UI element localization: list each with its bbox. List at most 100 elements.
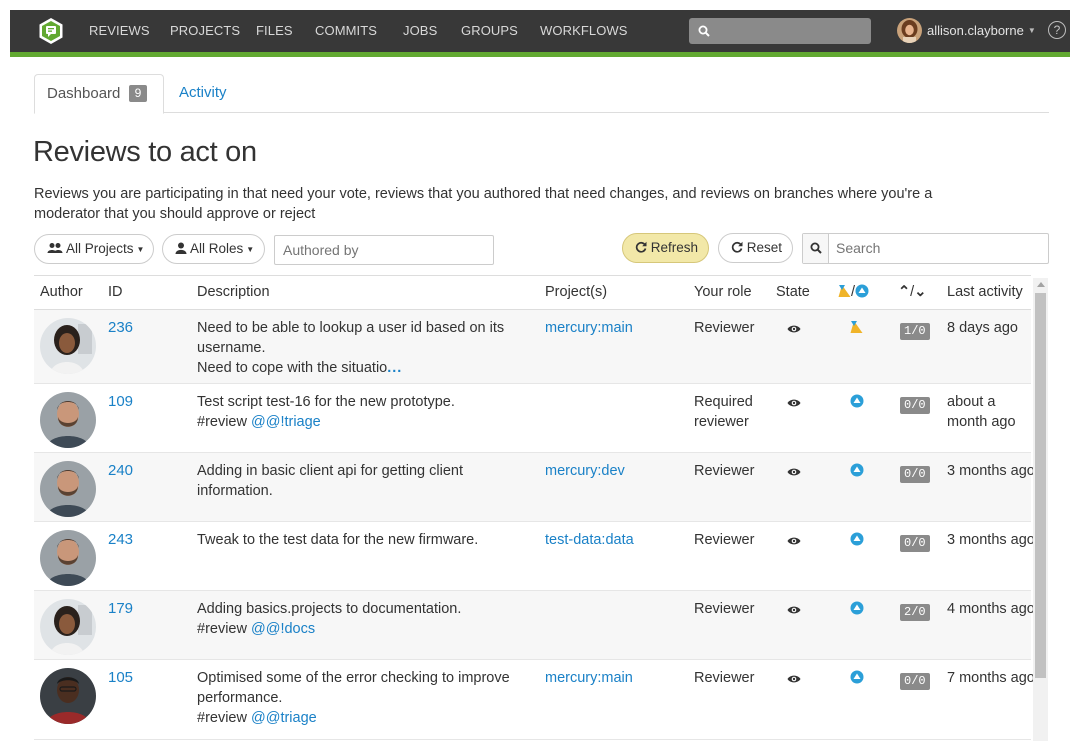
vote-count-badge: 0/0 — [900, 535, 930, 552]
vote-count: 0/0 — [900, 670, 930, 690]
col-author[interactable]: Author — [40, 276, 83, 309]
all-roles-label: All Roles — [190, 241, 244, 256]
project-link[interactable]: mercury:main — [545, 668, 633, 688]
tab-activity[interactable]: Activity — [179, 74, 227, 113]
search-input[interactable] — [829, 234, 1048, 263]
review-id[interactable]: 236 — [108, 318, 133, 338]
table-row[interactable]: 243 Tweak to the test data for the new f… — [34, 522, 1035, 591]
nav-jobs[interactable]: JOBS — [403, 10, 461, 52]
table-row[interactable]: 109 Test script test-16 for the new prot… — [34, 384, 1031, 453]
table-header: Author ID Description Project(s) Your ro… — [34, 275, 1031, 310]
needs-review-icon — [838, 285, 851, 297]
col-projects[interactable]: Project(s) — [545, 276, 607, 309]
up-vote-icon — [855, 284, 869, 298]
eye-icon — [787, 670, 801, 690]
description-line: Test script test-16 for the new prototyp… — [197, 394, 455, 410]
review-id[interactable]: 109 — [108, 392, 133, 412]
users-icon — [47, 243, 63, 253]
group-mention-link[interactable]: @@!triage — [251, 414, 321, 430]
nav-files[interactable]: FILES — [256, 10, 315, 52]
description-line: Adding basics.projects to documentation. — [197, 601, 462, 617]
reviews-table: Author ID Description Project(s) Your ro… — [34, 275, 1035, 740]
your-role: Reviewer — [694, 601, 755, 617]
description-line: Adding in basic client api for getting c… — [197, 463, 463, 499]
username: allison.clayborne — [927, 23, 1024, 38]
author-avatar[interactable] — [40, 599, 96, 655]
expand-description-link[interactable]: ... — [387, 360, 402, 376]
eye-icon — [787, 463, 801, 483]
project-link[interactable]: mercury:dev — [545, 461, 625, 481]
all-projects-dropdown[interactable]: All Projects ▼ — [34, 234, 154, 264]
scrollbar-thumb[interactable] — [1035, 293, 1046, 678]
review-description: Test script test-16 for the new prototyp… — [197, 392, 537, 432]
description-line: #review @@triage — [197, 708, 537, 728]
col-up-down[interactable]: ⌃/⌄ — [898, 276, 926, 309]
global-search-input[interactable] — [689, 18, 871, 44]
review-id[interactable]: 243 — [108, 530, 133, 550]
table-scrollbar[interactable] — [1033, 278, 1048, 741]
col-your-role[interactable]: Your role — [694, 276, 752, 309]
col-last-activity[interactable]: Last activity — [947, 276, 1023, 309]
author-avatar[interactable] — [40, 318, 96, 374]
scroll-up-arrow-icon[interactable] — [1037, 282, 1045, 287]
review-tag-prefix: #review — [197, 414, 251, 430]
vote-count-badge: 2/0 — [900, 604, 930, 621]
nav-projects[interactable]: PROJECTS — [170, 10, 256, 52]
reset-button[interactable]: Reset — [718, 233, 793, 263]
author-avatar[interactable] — [40, 392, 96, 448]
table-row[interactable]: 240 Adding in basic client api for getti… — [34, 453, 1035, 522]
swarm-logo-icon[interactable] — [37, 17, 65, 45]
group-mention-link[interactable]: @@triage — [251, 710, 317, 726]
author-avatar[interactable] — [40, 461, 96, 517]
authored-by-input[interactable] — [274, 235, 494, 265]
your-role: Reviewer — [694, 670, 755, 686]
nav-workflows[interactable]: WORKFLOWS — [540, 10, 640, 52]
group-mention-link[interactable]: @@!docs — [251, 621, 315, 637]
project-link[interactable]: mercury:main — [545, 318, 633, 338]
project-link[interactable]: test-data:data — [545, 530, 634, 550]
up-vote-icon — [850, 670, 864, 690]
description-line: Need to cope with the situatio... — [197, 358, 537, 378]
vote-count: 0/0 — [900, 532, 930, 552]
description-line: Need to be able to lookup a user id base… — [197, 320, 505, 356]
review-id[interactable]: 240 — [108, 461, 133, 481]
reset-label: Reset — [746, 240, 783, 255]
eye-icon — [787, 320, 801, 340]
nav-commits[interactable]: COMMITS — [315, 10, 403, 52]
refresh-button[interactable]: Refresh — [622, 233, 709, 263]
review-description: Adding in basic client api for getting c… — [197, 461, 537, 501]
col-id[interactable]: ID — [108, 276, 123, 309]
user-avatar[interactable] — [897, 18, 922, 43]
chevron-down-icon: ▼ — [1027, 26, 1036, 35]
review-id[interactable]: 105 — [108, 668, 133, 688]
last-activity: about a month ago — [947, 394, 1016, 430]
up-vote-icon — [850, 532, 864, 552]
page-description: Reviews you are participating in that ne… — [34, 186, 933, 222]
table-row[interactable]: 179 Adding basics.projects to documentat… — [34, 591, 1035, 660]
user-menu[interactable]: allison.clayborne ▼ — [927, 10, 1036, 53]
col-votes[interactable]: / — [838, 276, 869, 309]
needs-review-icon — [850, 320, 863, 340]
col-description[interactable]: Description — [197, 276, 270, 309]
tab-dashboard-count: 9 — [128, 85, 148, 102]
table-row[interactable]: 105 Optimised some of the error checking… — [34, 660, 1035, 740]
description-line: #review @@!docs — [197, 619, 537, 639]
tab-dashboard[interactable]: Dashboard 9 — [34, 74, 164, 114]
up-vote-icon — [850, 601, 864, 621]
search-icon — [698, 25, 710, 37]
search-icon — [810, 242, 822, 254]
last-activity: 3 months ago — [947, 532, 1035, 548]
help-icon[interactable]: ? — [1048, 21, 1066, 39]
chevron-up-icon: ⌃ — [898, 284, 911, 300]
all-roles-dropdown[interactable]: All Roles ▼ — [162, 234, 265, 264]
author-avatar[interactable] — [40, 668, 96, 724]
author-avatar[interactable] — [40, 530, 96, 586]
reset-icon — [731, 241, 743, 253]
vote-count: 0/0 — [900, 394, 930, 414]
table-row[interactable]: 236 Need to be able to lookup a user id … — [34, 310, 1031, 384]
nav-reviews[interactable]: REVIEWS — [89, 10, 170, 52]
nav-groups[interactable]: GROUPS — [461, 10, 540, 52]
col-state[interactable]: State — [776, 276, 810, 309]
review-id[interactable]: 179 — [108, 599, 133, 619]
eye-icon — [787, 601, 801, 621]
